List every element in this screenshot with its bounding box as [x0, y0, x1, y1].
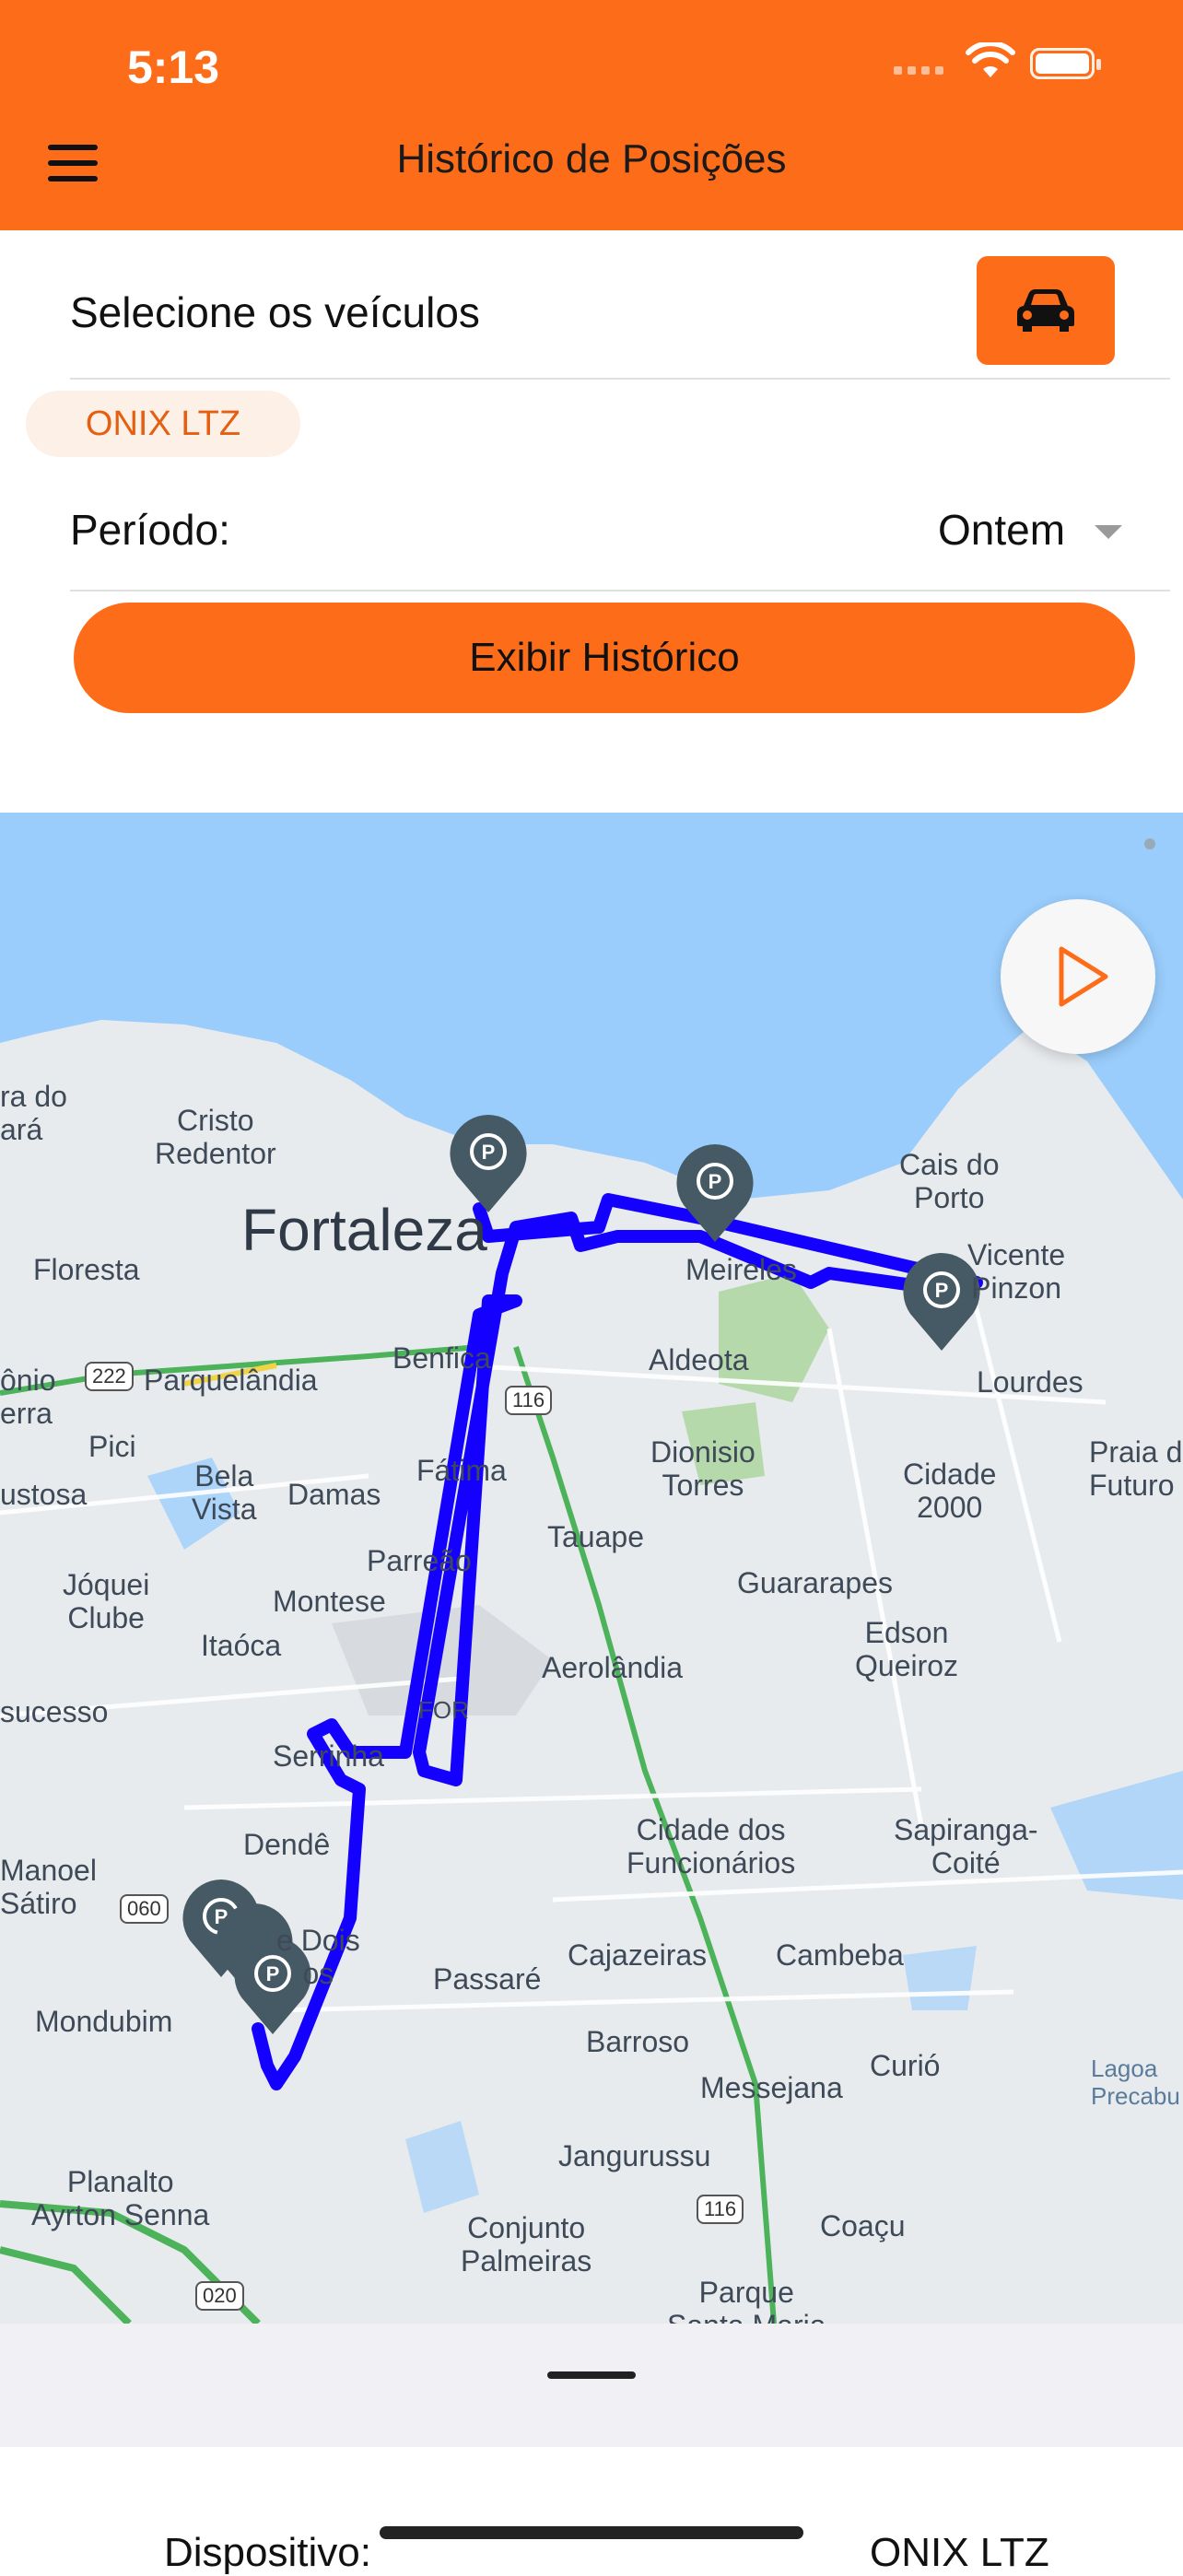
map-label: Jóquei Clube: [63, 1568, 150, 1634]
map-label: Parquelândia: [144, 1364, 318, 1397]
map-attribution-dot: [1144, 838, 1155, 849]
map-label: Cambeba: [776, 1938, 904, 1972]
play-route-button[interactable]: [1001, 899, 1155, 1054]
divider: [70, 378, 1170, 380]
svg-text:P: P: [482, 1141, 496, 1164]
map-label: Dionisio Torres: [650, 1435, 755, 1502]
map-label: Manoel Sátiro: [0, 1854, 97, 1920]
map-label: Itaóca: [201, 1629, 282, 1662]
chevron-down-icon[interactable]: [1095, 525, 1122, 539]
cellular-signal-icon: [894, 66, 943, 75]
road-shield: 116: [505, 1386, 553, 1415]
page-title: Histórico de Posições: [396, 136, 787, 181]
map-label: Vicente Pinzon: [967, 1238, 1066, 1305]
map-label: Sapiranga- Coité: [894, 1813, 1038, 1879]
map-label: ônio erra: [0, 1364, 56, 1430]
map-label: sucesso: [0, 1695, 109, 1728]
map-label: Tauape: [547, 1520, 644, 1553]
map-label: Aldeota: [649, 1343, 749, 1376]
map-label: Guararapes: [737, 1566, 893, 1599]
map-label: Coaçu: [820, 2209, 906, 2242]
map-label: Meireles: [685, 1253, 797, 1286]
map-label: Lourdes: [977, 1365, 1083, 1399]
map-canvas: P P P P P: [0, 813, 1183, 2324]
map-label: Damas: [287, 1478, 381, 1511]
map-label: Floresta: [33, 1253, 140, 1286]
road-shield: 060: [120, 1894, 169, 1924]
select-vehicle-button[interactable]: [977, 256, 1115, 365]
map-label: ParqueSanta Maria: [667, 2276, 826, 2324]
map-label: Mondubim: [35, 2005, 173, 2038]
divider: [70, 590, 1170, 591]
period-label: Período:: [70, 506, 230, 554]
map-label: Pici: [88, 1430, 136, 1463]
map-label: Cais do Porto: [899, 1148, 1000, 1214]
map-label: Montese: [273, 1585, 386, 1618]
svg-text:P: P: [935, 1279, 949, 1302]
map-label: Fortaleza: [241, 1197, 487, 1263]
home-indicator[interactable]: [380, 2526, 803, 2539]
map-label: Planalto Ayrton Senna: [31, 2165, 210, 2231]
device-label: Dispositivo:: [164, 2530, 371, 2575]
status-time: 5:13: [127, 41, 220, 93]
map-label: Barroso: [586, 2025, 690, 2058]
road-shield: 116: [697, 2195, 744, 2224]
map-label: Lagoa Precabu: [1091, 2055, 1180, 2110]
map-label: ustosa: [0, 1478, 88, 1511]
map-label: e Dois os: [276, 1924, 360, 1990]
show-history-button[interactable]: Exibir Histórico: [74, 603, 1135, 713]
map-label: Conjunto Palmeiras: [461, 2211, 592, 2277]
map-label: Cidade 2000: [903, 1458, 997, 1524]
sheet-drag-handle[interactable]: [547, 2371, 636, 2379]
map-label: ra do ará: [0, 1080, 67, 1146]
map-label: Curió: [870, 2049, 941, 2082]
period-select[interactable]: Ontem: [938, 505, 1065, 555]
selected-vehicle-chip[interactable]: ONIX LTZ: [26, 391, 300, 457]
map-label: Dendê: [243, 1828, 331, 1861]
map-label: Jangurussu: [558, 2139, 711, 2172]
wifi-icon: [966, 42, 1015, 77]
map-label: Praia d Futuro: [1089, 1435, 1183, 1502]
map-label: Parreão: [367, 1544, 472, 1577]
battery-icon: [1030, 48, 1101, 79]
map-label: Cidade dos Funcionários: [627, 1813, 796, 1879]
map-label: Serrinha: [273, 1739, 384, 1773]
map-label: Edson Queiroz: [855, 1616, 959, 1682]
play-icon: [1059, 946, 1108, 1007]
road-shield: 222: [85, 1362, 134, 1391]
road-shield: 020: [195, 2281, 244, 2311]
device-value: ONIX LTZ: [870, 2530, 1049, 2575]
car-icon: [1017, 289, 1074, 332]
map-label: Passaré: [433, 1962, 542, 1996]
map-label: FOR: [418, 1696, 469, 1724]
map-label: Cristo Redentor: [155, 1104, 276, 1170]
map-label: Benfica: [392, 1341, 491, 1375]
map-label: Bela Vista: [192, 1459, 257, 1526]
map-view[interactable]: P P P P P ra do ará Cristo Redentor Fortal…: [0, 813, 1183, 2324]
vehicle-select-label[interactable]: Selecione os veículos: [70, 287, 480, 337]
map-label: Fátima: [416, 1454, 507, 1487]
map-label: Aerolândia: [542, 1651, 683, 1684]
svg-text:P: P: [709, 1170, 722, 1193]
map-label: Messejana: [700, 2071, 843, 2104]
map-label: Cajazeiras: [568, 1938, 708, 1972]
